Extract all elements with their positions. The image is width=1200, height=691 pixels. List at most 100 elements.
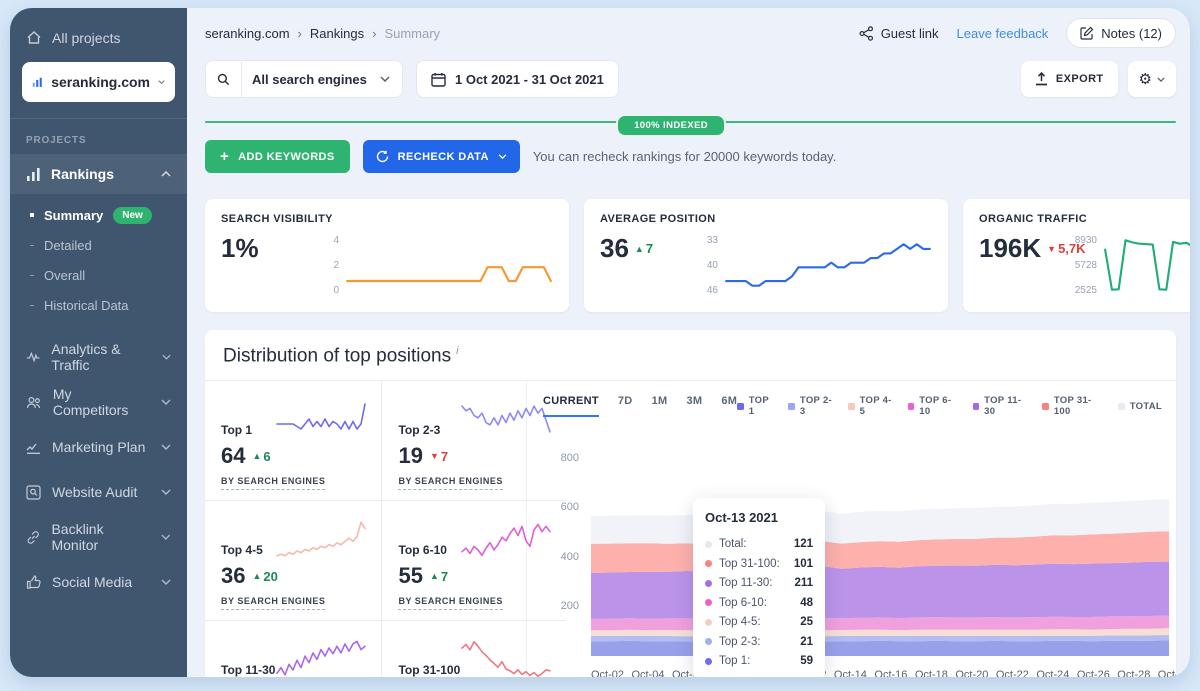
home-icon bbox=[26, 30, 42, 46]
tab-1m[interactable]: 1M bbox=[652, 395, 668, 417]
leave-feedback-link[interactable]: Leave feedback bbox=[957, 26, 1049, 41]
legend-total[interactable]: TOTAL bbox=[1118, 395, 1162, 417]
sidebar-item-all-projects[interactable]: All projects bbox=[10, 22, 187, 54]
tab-7d[interactable]: 7D bbox=[618, 395, 633, 417]
export-button[interactable]: EXPORT bbox=[1021, 61, 1118, 97]
legend-top11-30[interactable]: TOP 11-30 bbox=[973, 395, 1030, 417]
competitors-label: My Competitors bbox=[53, 386, 150, 418]
info-icon[interactable]: i bbox=[456, 345, 458, 357]
tab-current[interactable]: CURRENT bbox=[543, 395, 599, 417]
top11-30-sparkline bbox=[275, 637, 367, 677]
arrow-down-icon: ▼ bbox=[1047, 244, 1056, 254]
guest-link-label: Guest link bbox=[881, 26, 939, 41]
search-icon-box[interactable] bbox=[206, 61, 242, 97]
project-name: seranking.com bbox=[51, 74, 150, 90]
notes-button[interactable]: Notes (12) bbox=[1066, 18, 1176, 48]
recheck-hint: You can recheck rankings for 20000 keywo… bbox=[533, 149, 837, 164]
stat-title: Top 4-5 bbox=[221, 543, 263, 561]
breadcrumb-rankings[interactable]: Rankings bbox=[310, 26, 364, 41]
chevron-down-icon bbox=[161, 579, 171, 585]
legend-top1[interactable]: TOP 1 bbox=[737, 395, 775, 417]
top1-card: Top 1 64 ▲6 BY SEARCH ENGINES bbox=[205, 381, 381, 501]
card-title: AVERAGE POSITION bbox=[600, 213, 932, 225]
legend-swatch bbox=[973, 403, 980, 410]
recheck-data-button[interactable]: RECHECK DATA bbox=[363, 140, 520, 173]
sidebar-item-overall[interactable]: Overall bbox=[10, 260, 187, 290]
breadcrumb: seranking.com › Rankings › Summary bbox=[205, 26, 440, 41]
guest-link-button[interactable]: Guest link bbox=[859, 26, 939, 41]
sidebar-item-analytics-traffic[interactable]: Analytics & Traffic bbox=[10, 339, 187, 375]
legend-top4-5[interactable]: TOP 4-5 bbox=[848, 395, 895, 417]
search-engine-value: All search engines bbox=[242, 72, 380, 87]
settings-button[interactable]: ⚙ bbox=[1128, 61, 1176, 97]
dot-icon bbox=[705, 560, 712, 567]
by-search-engines-link[interactable]: BY SEARCH ENGINES bbox=[221, 476, 325, 490]
desktop-background: All projects seranking.com PROJECTS Rank… bbox=[0, 0, 1200, 691]
legend-swatch bbox=[1118, 403, 1125, 410]
sidebar-item-social-media[interactable]: Social Media bbox=[10, 564, 187, 600]
sidebar-item-summary[interactable]: Summary New bbox=[10, 200, 187, 230]
tooltip-row-top31-100: Top 31-100:101 bbox=[705, 554, 813, 574]
competitors-icon bbox=[26, 396, 42, 409]
sidebar-item-rankings[interactable]: Rankings bbox=[10, 154, 187, 194]
by-search-engines-link[interactable]: BY SEARCH ENGINES bbox=[398, 596, 502, 610]
share-icon bbox=[859, 26, 874, 41]
tab-6m[interactable]: 6M bbox=[721, 395, 737, 417]
by-search-engines-link[interactable]: BY SEARCH ENGINES bbox=[398, 476, 502, 490]
sidebar-item-backlink-monitor[interactable]: Backlink Monitor bbox=[10, 519, 187, 555]
website-audit-label: Website Audit bbox=[52, 484, 137, 500]
position-sparkline bbox=[724, 233, 932, 297]
notes-label: Notes (12) bbox=[1101, 26, 1162, 41]
plus-icon: + bbox=[220, 148, 229, 165]
arrow-up-icon: ▲ bbox=[635, 244, 644, 254]
rankings-label: Rankings bbox=[51, 166, 114, 182]
legend-swatch bbox=[908, 403, 915, 410]
legend-top31-100[interactable]: TOP 31-100 bbox=[1042, 395, 1104, 417]
app-window: All projects seranking.com PROJECTS Rank… bbox=[10, 8, 1190, 677]
tooltip-row-top6-10: Top 6-10:48 bbox=[705, 593, 813, 613]
sidebar-item-website-audit[interactable]: Website Audit bbox=[10, 474, 187, 510]
project-selector[interactable]: seranking.com bbox=[22, 62, 175, 102]
stacked-area-chart[interactable]: 800 600 400 200 Oct-02Oct-04Oct-06Oct-08… bbox=[543, 441, 1176, 663]
legend-top6-10[interactable]: TOP 6-10 bbox=[908, 395, 960, 417]
gear-icon: ⚙ bbox=[1139, 70, 1152, 88]
sidebar-item-marketing-plan[interactable]: Marketing Plan bbox=[10, 429, 187, 465]
breadcrumb-separator: › bbox=[372, 26, 376, 41]
sidebar-item-historical-data[interactable]: Historical Data bbox=[10, 290, 187, 320]
stat-title: Top 6-10 bbox=[398, 543, 446, 561]
tooltip-row-top1: Top 1:59 bbox=[705, 651, 813, 671]
breadcrumb-project[interactable]: seranking.com bbox=[205, 26, 290, 41]
add-keywords-button[interactable]: + ADD KEYWORDS bbox=[205, 140, 350, 173]
traffic-sparkline bbox=[1103, 233, 1190, 297]
dot-icon bbox=[705, 658, 712, 665]
chevron-down-icon bbox=[1157, 77, 1165, 82]
bar-chart-icon bbox=[32, 75, 43, 89]
tooltip-row-top4-5: Top 4-5:25 bbox=[705, 612, 813, 632]
calendar-icon bbox=[431, 72, 446, 87]
date-range-picker[interactable]: 1 Oct 2021 - 31 Oct 2021 bbox=[416, 60, 619, 98]
stat-title: Top 1 bbox=[221, 423, 252, 441]
analytics-icon bbox=[26, 351, 40, 363]
tooltip-date: Oct-13 2021 bbox=[705, 510, 813, 525]
sidebar-item-my-competitors[interactable]: My Competitors bbox=[10, 384, 187, 420]
legend-top2-3[interactable]: TOP 2-3 bbox=[788, 395, 835, 417]
by-search-engines-link[interactable]: BY SEARCH ENGINES bbox=[221, 596, 325, 610]
chevron-down-icon bbox=[161, 399, 171, 405]
projects-section-label: PROJECTS bbox=[10, 119, 187, 154]
export-label: EXPORT bbox=[1056, 73, 1104, 85]
dot-icon bbox=[705, 541, 712, 548]
breadcrumb-separator: › bbox=[298, 26, 302, 41]
date-range-value: 1 Oct 2021 - 31 Oct 2021 bbox=[455, 72, 604, 87]
recheck-label: RECHECK DATA bbox=[398, 151, 489, 163]
social-media-label: Social Media bbox=[52, 574, 132, 590]
search-engine-select[interactable]: All search engines bbox=[205, 60, 403, 98]
sidebar-item-detailed[interactable]: Detailed bbox=[10, 230, 187, 260]
tab-3m[interactable]: 3M bbox=[686, 395, 702, 417]
sidebar: All projects seranking.com PROJECTS Rank… bbox=[10, 8, 187, 677]
metric-cards: SEARCH VISIBILITY 1% 420 AVERAGE POSITIO… bbox=[187, 173, 1190, 312]
y-axis-ticks: 893057282525 bbox=[1067, 233, 1097, 302]
traffic-value: 196K bbox=[979, 233, 1041, 264]
chevron-down-icon bbox=[162, 354, 171, 360]
analytics-label: Analytics & Traffic bbox=[51, 341, 151, 373]
tooltip-row-top2-3: Top 2-3:21 bbox=[705, 632, 813, 652]
